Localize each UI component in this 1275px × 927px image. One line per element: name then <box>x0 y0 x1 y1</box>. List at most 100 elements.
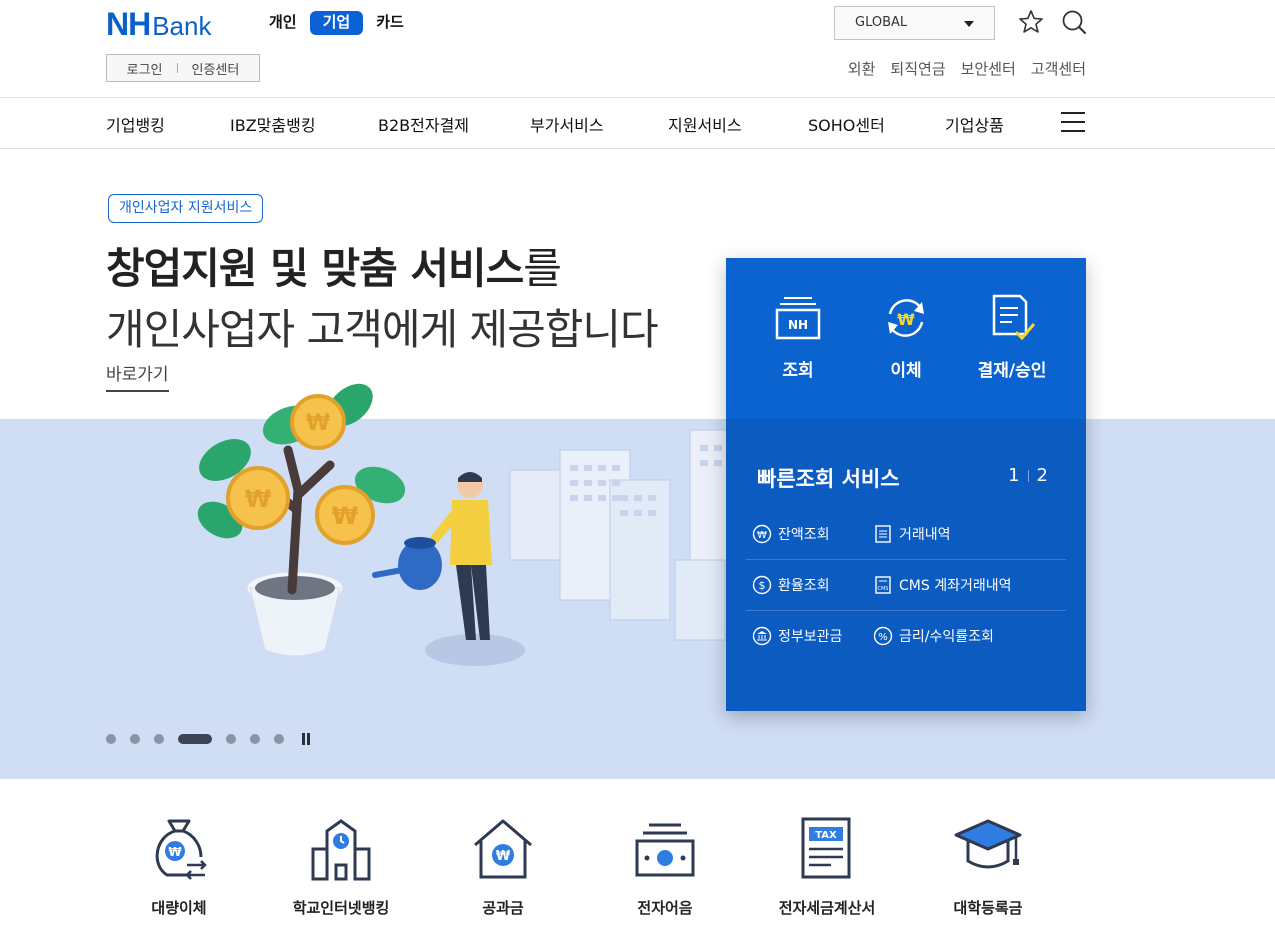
cert-center-link[interactable]: 인증센터 <box>192 59 240 78</box>
logo-bank-text: Bank <box>152 11 212 41</box>
login-link[interactable]: 로그인 <box>127 59 163 78</box>
svg-text:₩: ₩ <box>306 411 330 436</box>
nh-card-icon: NH <box>775 297 821 340</box>
slider-pagination <box>106 733 310 745</box>
transfer-button[interactable]: ₩ 이체 <box>856 294 956 381</box>
svg-text:₩: ₩ <box>757 530 767 541</box>
service-label: 전자세금계산서 <box>778 899 876 917</box>
service-label: 전자어음 <box>637 899 693 917</box>
nav-support-services[interactable]: 지원서비스 <box>668 112 742 136</box>
service-electronic-bill[interactable]: 전자어음 <box>585 815 745 918</box>
quick-panel-top: NH 조회 ₩ 이체 결재/승인 <box>726 258 1086 419</box>
service-label: 공과금 <box>482 899 524 917</box>
nav-soho-center[interactable]: SOHO센터 <box>808 112 885 136</box>
gnb-divider <box>0 148 1275 149</box>
utility-links: 외환 퇴직연금 보안센터 고객센터 <box>848 58 1086 79</box>
svg-text:$: $ <box>759 579 766 592</box>
tab-personal[interactable]: 개인 <box>262 11 304 35</box>
global-language-select[interactable]: GLOBAL <box>834 6 995 40</box>
graduation-cap-icon <box>954 819 1022 869</box>
hero-title-line2: 개인사업자 고객에게 제공합니다 <box>106 305 659 354</box>
school-clock-icon <box>311 819 371 881</box>
hero-title-bold: 창업지원 및 맞춤 서비스 <box>106 244 524 293</box>
divider <box>176 63 178 73</box>
chevron-down-icon <box>964 21 974 27</box>
hero-shortcut-link[interactable]: 바로가기 <box>106 360 169 392</box>
quick-row: $ 환율조회 CMS CMS 계좌거래내역 <box>746 560 1066 611</box>
svg-text:CMS: CMS <box>878 586 889 592</box>
service-school-banking[interactable]: 학교인터넷뱅킹 <box>261 815 421 918</box>
main-nav: 기업뱅킹 IBZ맞춤뱅킹 B2B전자결제 부가서비스 지원서비스 SOHO센터 … <box>106 98 1086 148</box>
percent-circle-icon: % <box>873 626 893 646</box>
login-cert-box: 로그인 인증센터 <box>106 54 260 82</box>
transfer-won-icon: ₩ <box>888 299 924 337</box>
money-bag-transfer-icon: ₩ <box>155 819 207 880</box>
link-customer-center[interactable]: 고객센터 <box>1031 58 1086 79</box>
quick-pager: 1 2 <box>1008 465 1048 486</box>
hero-illustration: ₩ ₩ ₩ <box>197 383 740 666</box>
inquiry-button[interactable]: NH 조회 <box>748 294 848 381</box>
slide-dot-3[interactable] <box>154 734 164 744</box>
tax-invoice-icon: TAX <box>801 817 851 879</box>
quick-row: ₩ 잔액조회 거래내역 <box>746 509 1066 560</box>
hero-badge: 개인사업자 지원서비스 <box>108 194 264 223</box>
cms-history-link[interactable]: CMS CMS 계좌거래내역 <box>873 575 1011 595</box>
nh-bank-logo[interactable]: NH Bank <box>106 6 212 42</box>
svg-text:NH: NH <box>788 318 808 332</box>
pause-icon[interactable] <box>302 733 310 745</box>
service-label: 대량이체 <box>151 899 207 917</box>
menu-icon[interactable] <box>1061 112 1085 132</box>
tab-card[interactable]: 카드 <box>369 11 411 35</box>
bill-note-icon <box>635 823 695 877</box>
service-bulk-transfer[interactable]: ₩ 대량이체 <box>99 815 259 918</box>
service-utility-bills[interactable]: ₩ 공과금 <box>423 815 583 918</box>
slide-dot-2[interactable] <box>130 734 140 744</box>
link-security-center[interactable]: 보안센터 <box>961 58 1016 79</box>
slide-dot-6[interactable] <box>250 734 260 744</box>
buildings-illustration <box>509 429 740 641</box>
star-icon[interactable] <box>1017 8 1045 36</box>
quick-panel-bottom: 빠른조회 서비스 1 2 ₩ 잔액조회 거래내역 $ 환율조회 CMS CMS … <box>726 419 1086 711</box>
nav-additional-services[interactable]: 부가서비스 <box>530 112 604 136</box>
bank-building-icon <box>752 626 772 646</box>
logo-nh-text: NH <box>106 6 151 42</box>
segment-tabs: 개인 기업 카드 <box>262 11 417 35</box>
government-deposit-link[interactable]: 정부보관금 <box>752 626 842 646</box>
nav-ibz-banking[interactable]: IBZ맞춤뱅킹 <box>230 112 316 136</box>
link-forex[interactable]: 외환 <box>848 58 876 79</box>
service-label: 학교인터넷뱅킹 <box>292 899 390 917</box>
svg-text:₩: ₩ <box>245 485 272 513</box>
service-tuition[interactable]: 대학등록금 <box>908 815 1068 918</box>
document-check-icon <box>992 294 1036 341</box>
interest-rate-link[interactable]: % 금리/수익률조회 <box>873 626 994 646</box>
nav-corporate-products[interactable]: 기업상품 <box>945 112 1004 136</box>
tab-corporate[interactable]: 기업 <box>309 11 364 35</box>
service-tax-invoice[interactable]: TAX 전자세금계산서 <box>747 815 907 918</box>
hero-title-line1: 창업지원 및 맞춤 서비스를 <box>106 235 562 296</box>
slide-dot-7[interactable] <box>274 734 284 744</box>
svg-text:₩: ₩ <box>168 845 182 859</box>
quick-inquiry-title: 빠른조회 서비스 <box>757 467 900 491</box>
transaction-history-link[interactable]: 거래내역 <box>873 524 951 544</box>
cms-doc-icon: CMS <box>875 576 891 594</box>
page-2-button[interactable]: 2 <box>1037 465 1048 486</box>
slide-dot-5[interactable] <box>226 734 236 744</box>
balance-inquiry-link[interactable]: ₩ 잔액조회 <box>752 524 830 544</box>
inquiry-label: 조회 <box>782 361 814 381</box>
slide-dot-4[interactable] <box>178 734 212 744</box>
service-label: 대학등록금 <box>953 899 1023 917</box>
link-pension[interactable]: 퇴직연금 <box>890 58 945 79</box>
nav-b2b-payment[interactable]: B2B전자결제 <box>378 112 469 136</box>
global-select-value: GLOBAL <box>855 15 908 30</box>
search-icon[interactable] <box>1060 8 1088 36</box>
page-1-button[interactable]: 1 <box>1008 465 1019 486</box>
slide-dot-1[interactable] <box>106 734 116 744</box>
nav-corporate-banking[interactable]: 기업뱅킹 <box>106 112 165 136</box>
divider <box>1027 469 1029 482</box>
svg-text:₩: ₩ <box>332 502 359 530</box>
transfer-label: 이체 <box>890 361 922 381</box>
won-circle-icon: ₩ <box>752 524 772 544</box>
approval-button[interactable]: 결재/승인 <box>962 294 1062 381</box>
approval-label: 결재/승인 <box>977 361 1047 381</box>
exchange-rate-link[interactable]: $ 환율조회 <box>752 575 830 595</box>
